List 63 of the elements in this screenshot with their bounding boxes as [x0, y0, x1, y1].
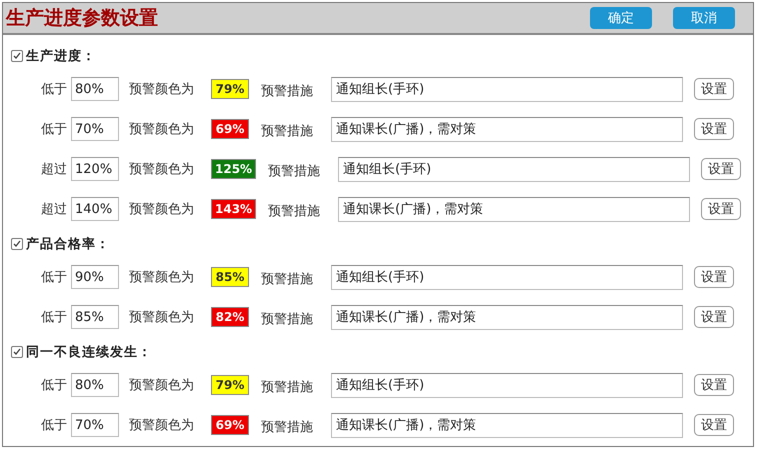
color-label: 预警颜色为 [129, 121, 195, 138]
action-label: 预警措施 [261, 379, 314, 396]
checkbox[interactable] [11, 238, 23, 250]
color-sample[interactable]: 79% [211, 79, 249, 99]
action-field[interactable]: 通知课长(广播)，需对策 [331, 412, 683, 438]
action-label: 预警措施 [261, 419, 314, 436]
condition-label: 超过 [40, 161, 67, 178]
action-label: 预警措施 [268, 203, 322, 220]
threshold-field[interactable]: 140% [71, 197, 119, 221]
action-field[interactable]: 通知组长(手环) [331, 372, 683, 398]
threshold-field[interactable]: 70% [71, 117, 119, 141]
action-field[interactable]: 通知组长(手环) [331, 76, 683, 102]
condition-label: 超过 [40, 201, 67, 218]
set-button[interactable]: 设置 [701, 198, 742, 220]
set-button[interactable]: 设置 [694, 374, 734, 396]
condition-label: 低于 [40, 121, 67, 138]
action-field[interactable]: 通知课长(广播)，需对策 [331, 116, 683, 142]
threshold-field[interactable]: 80% [71, 373, 119, 397]
condition-label: 低于 [40, 309, 67, 326]
threshold-field[interactable]: 120% [71, 157, 119, 181]
checkbox[interactable] [11, 50, 23, 62]
set-button[interactable]: 设置 [701, 158, 742, 180]
action-label: 预警措施 [261, 123, 314, 140]
action-field[interactable]: 通知课长(广播)，需对策 [331, 304, 683, 330]
set-button[interactable]: 设置 [694, 118, 734, 140]
color-label: 预警颜色为 [129, 161, 195, 178]
color-sample[interactable]: 85% [211, 267, 249, 287]
action-label: 预警措施 [261, 83, 314, 100]
set-button[interactable]: 设置 [694, 266, 734, 288]
condition-label: 低于 [40, 377, 67, 394]
threshold-field[interactable]: 90% [71, 265, 119, 289]
color-sample[interactable]: 125% [211, 159, 256, 179]
threshold-field[interactable]: 85% [71, 305, 119, 329]
color-sample[interactable]: 69% [211, 119, 249, 139]
set-button[interactable]: 设置 [694, 414, 734, 436]
set-button[interactable]: 设置 [694, 78, 734, 100]
section-title: 产品合格率： [26, 236, 110, 253]
action-label: 预警措施 [261, 271, 314, 288]
color-sample[interactable]: 69% [211, 415, 249, 435]
action-label: 预警措施 [268, 163, 322, 180]
color-sample[interactable]: 79% [211, 375, 249, 395]
color-sample[interactable]: 143% [211, 199, 256, 219]
threshold-field[interactable]: 80% [71, 77, 119, 101]
checkbox[interactable] [11, 346, 23, 358]
color-label: 预警颜色为 [129, 377, 195, 394]
color-label: 预警颜色为 [129, 81, 195, 98]
section-title: 同一不良连续发生： [26, 344, 152, 361]
color-label: 预警颜色为 [129, 201, 195, 218]
condition-label: 低于 [40, 269, 67, 286]
color-label: 预警颜色为 [129, 309, 195, 326]
action-field[interactable]: 通知组长(手环) [331, 264, 683, 290]
window-title: 生产进度参数设置 [6, 6, 159, 31]
section-title: 生产进度： [26, 48, 96, 65]
color-label: 预警颜色为 [129, 417, 195, 434]
color-sample[interactable]: 82% [211, 307, 249, 327]
action-field[interactable]: 通知组长(手环) [338, 156, 690, 182]
condition-label: 低于 [40, 417, 67, 434]
condition-label: 低于 [40, 81, 67, 98]
threshold-field[interactable]: 70% [71, 413, 119, 437]
color-label: 预警颜色为 [129, 269, 195, 286]
set-button[interactable]: 设置 [694, 306, 734, 328]
action-label: 预警措施 [261, 311, 314, 328]
action-field[interactable]: 通知课长(广播)，需对策 [338, 196, 690, 222]
